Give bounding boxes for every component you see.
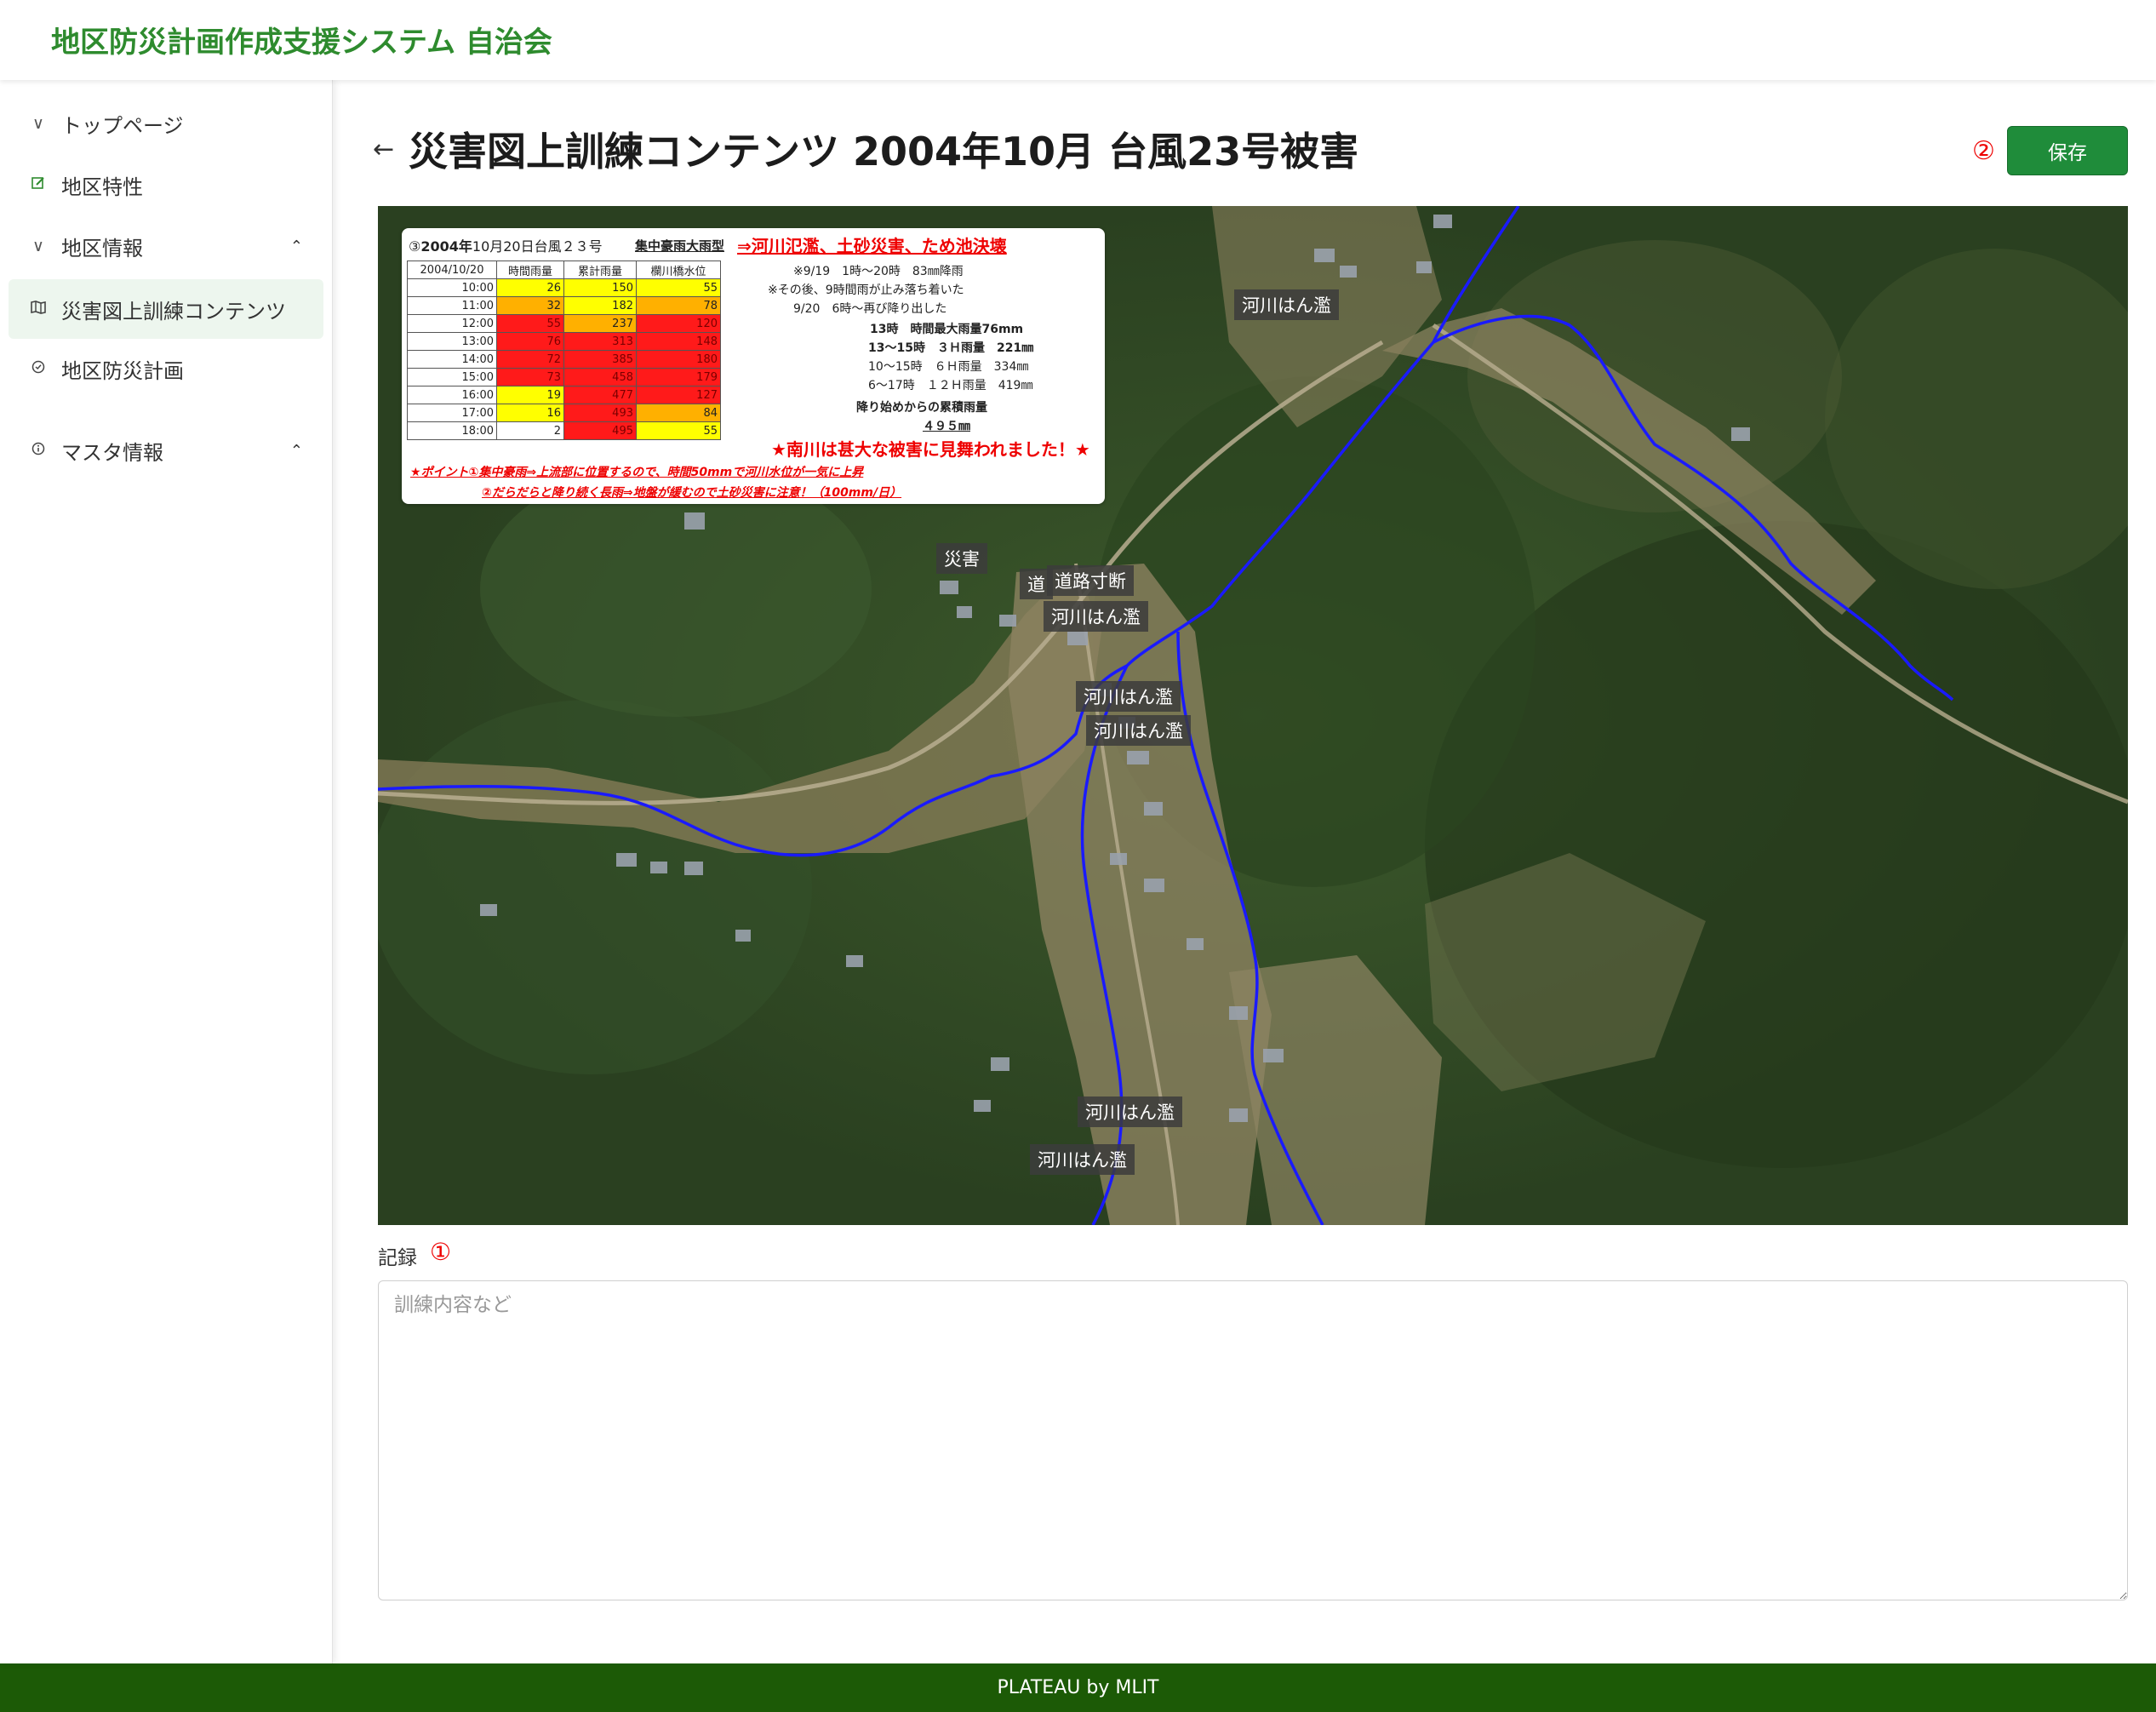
record-textarea[interactable]: [378, 1280, 2128, 1600]
table-row: 16:00 19 477 127: [407, 386, 721, 404]
page-title: 災害図上訓練コンテンツ 2004年10月 台風23号被害: [409, 129, 1359, 175]
point-text: ②だらだらと降り続く長雨⇒地盤が緩むので土砂災害に注意！（100mm/日）: [482, 486, 902, 500]
app-header: 地区防災計画作成支援システム 自治会: [0, 0, 2156, 80]
table-row: 18:00 2 495 55: [407, 421, 721, 440]
sidebar-item-label: トップページ: [61, 113, 184, 138]
table-row: 15:00 73 458 179: [407, 368, 721, 386]
flood-label[interactable]: 河川はん濫: [1076, 681, 1181, 712]
sidebar-item-district-info[interactable]: ∨ 地区情報 ⌃: [9, 216, 323, 276]
chevron-up-icon[interactable]: ⌃: [290, 238, 303, 255]
typhoon-info-panel: ③2004年10月20日台風２３号 集中豪雨大雨型 ⇒河川氾濫、土砂災害、ため池…: [402, 228, 1105, 504]
note: 13～15時 ３Ｈ雨量 221㎜: [868, 341, 1034, 355]
chevron-down-icon: ∨: [32, 114, 44, 133]
rainfall-table: 2004/10/20 時間雨量 累計雨量 欄川橋水位 10:00 26 150 …: [407, 261, 721, 440]
table-row: 10:00 26 150 55: [407, 278, 721, 297]
table-row: 12:00 55 237 120: [407, 314, 721, 333]
flood-label[interactable]: 河川はん濫: [1030, 1144, 1135, 1175]
sidebar-item-label: 地区防災計画: [61, 358, 184, 383]
sidebar-item-district-characteristics[interactable]: 地区特性: [9, 155, 323, 215]
sidebar-item-disaster-plan[interactable]: 地区防災計画: [9, 339, 323, 398]
save-button[interactable]: 保存: [2007, 126, 2128, 175]
check-circle-icon: [27, 359, 49, 378]
footer-text: PLATEAU by MLIT: [997, 1677, 1159, 1698]
record-label: 記録: [378, 1247, 417, 1269]
sidebar-item-label: 災害図上訓練コンテンツ: [61, 299, 286, 324]
sidebar-item-label: マスタ情報: [61, 440, 163, 465]
chevron-down-icon: ∨: [32, 237, 44, 255]
table-row: 14:00 72 385 180: [407, 350, 721, 369]
table-row: 17:00 16 493 84: [407, 404, 721, 422]
chevron-up-icon[interactable]: ⌃: [290, 442, 303, 460]
flood-label[interactable]: 河川はん濫: [1234, 289, 1339, 320]
note: 6～17時 １２Ｈ雨量 419㎜: [868, 379, 1033, 392]
point-text: ★ポイント①集中豪雨⇒上流部に位置するので、時間50mmで河川水位が一気に上昇: [410, 466, 864, 479]
sidebar-item-disaster-training[interactable]: 災害図上訓練コンテンツ: [9, 279, 323, 339]
map-icon: [27, 300, 49, 318]
panel-heading: ③2004年10月20日台風２３号: [409, 238, 603, 255]
note: ※その後、9時間雨が止み落ち着いた: [768, 283, 964, 297]
record-step-marker: ①: [430, 1238, 452, 1266]
flood-label[interactable]: 河川はん濫: [1078, 1096, 1182, 1127]
flood-label[interactable]: 河川はん濫: [1044, 601, 1148, 632]
sidebar: ∨ トップページ 地区特性 ∨ 地区情報 ⌃ 災害図上訓練コンテンツ 地区防災計…: [0, 80, 333, 1663]
back-arrow-icon[interactable]: ←: [373, 135, 394, 164]
note: ４９５㎜: [923, 420, 970, 433]
road-blocked-label[interactable]: 道路寸断: [1047, 565, 1134, 596]
note: 13時 時間最大雨量76mm: [870, 323, 1024, 336]
app-title[interactable]: 地区防災計画作成支援システム 自治会: [51, 19, 552, 60]
note: 9/20 6時～再び降り出した: [793, 302, 947, 316]
table-row: 11:00 32 182 78: [407, 296, 721, 315]
sidebar-item-top-page[interactable]: ∨ トップページ: [9, 94, 323, 153]
sidebar-item-label: 地区情報: [61, 236, 143, 261]
rain-type-result: ⇒河川氾濫、土砂災害、ため池決壊: [737, 236, 1007, 256]
note: ※9/19 1時～20時 83㎜降雨: [793, 265, 964, 278]
flood-label[interactable]: 河川はん濫: [1086, 715, 1191, 746]
info-icon: [27, 441, 49, 460]
note: 降り始めからの累積雨量: [856, 401, 987, 415]
warning-text: ★南川は甚大な被害に見舞われました！★: [771, 439, 1090, 460]
note: 10～15時 ６Ｈ雨量 334㎜: [868, 360, 1029, 374]
footer: PLATEAU by MLIT: [0, 1663, 2156, 1712]
sidebar-item-label: 地区特性: [61, 175, 143, 199]
save-step-marker: ②: [1972, 136, 1995, 166]
rain-type-label: 集中豪雨大雨型: [635, 238, 725, 254]
edit-icon: [27, 175, 49, 195]
disaster-label[interactable]: 災害: [936, 543, 987, 574]
sidebar-item-master-info[interactable]: マスタ情報 ⌃: [9, 421, 323, 480]
table-row: 13:00 76 313 148: [407, 332, 721, 351]
aerial-map[interactable]: 河川はん濫 災害 道 道路寸断 河川はん濫 河川はん濫 河川はん濫 河川はん濫 …: [378, 206, 2128, 1225]
